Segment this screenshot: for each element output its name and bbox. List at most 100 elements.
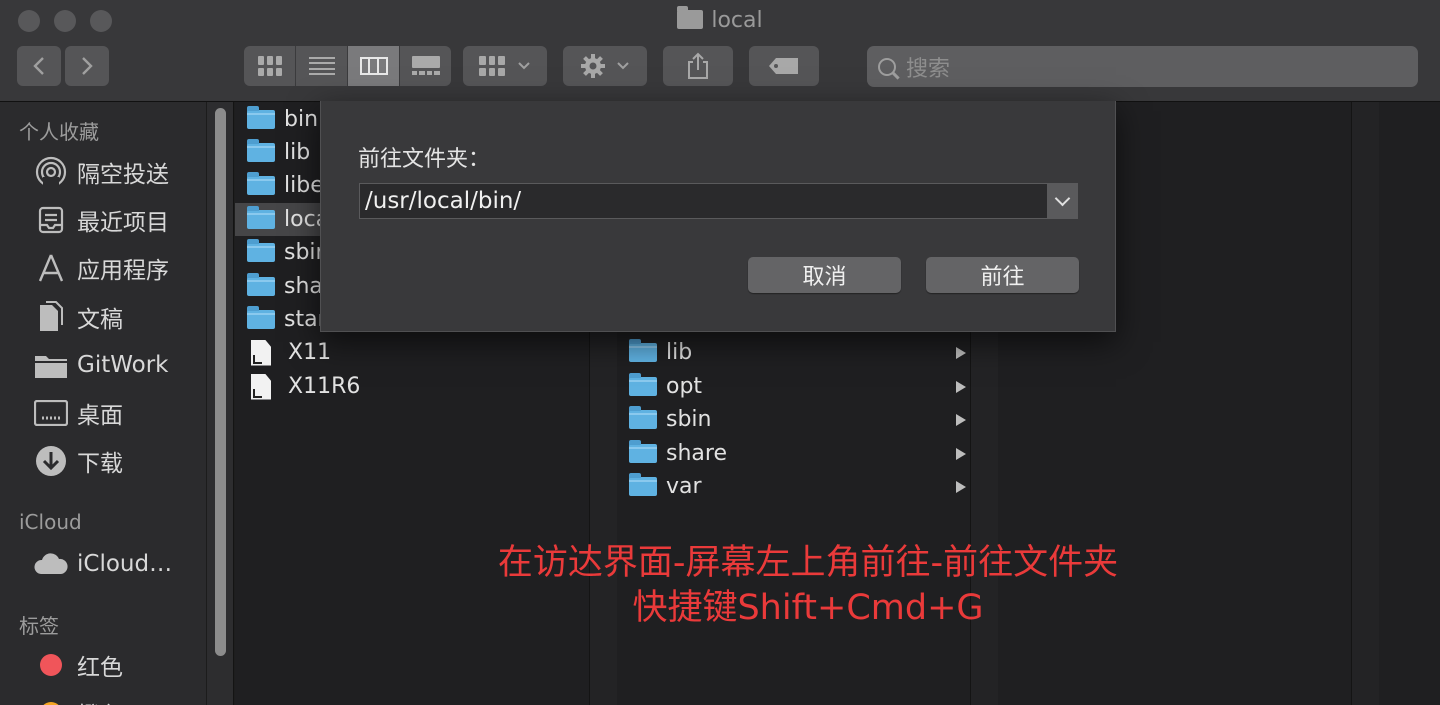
recents-icon: [33, 204, 69, 236]
group-by-button[interactable]: [463, 46, 547, 86]
folder-icon: [247, 139, 275, 162]
title-bar: local 搜索: [0, 0, 1440, 102]
sidebar-item-label: 下载: [77, 451, 123, 477]
documents-icon: [33, 301, 69, 333]
list-item[interactable]: sbin: [629, 403, 970, 436]
cancel-button[interactable]: 取消: [748, 257, 901, 293]
folder-icon: [247, 273, 275, 296]
edit-tags-button[interactable]: [749, 46, 819, 86]
go-to-folder-label: 前往文件夹：: [358, 147, 491, 172]
sidebar-item-airdrop[interactable]: 隔空投送: [33, 152, 169, 192]
sidebar-item-downloads[interactable]: 下载: [33, 441, 123, 481]
alias-file-icon: [251, 339, 271, 366]
list-icon: [308, 57, 335, 75]
disclosure-arrow-icon: [956, 381, 966, 393]
sidebar-item-label: GitWork: [77, 352, 169, 378]
tags-header: 标签: [19, 614, 59, 638]
folder-icon: [247, 206, 275, 229]
alias-file-icon: [251, 373, 271, 400]
view-mode-control: [244, 46, 451, 86]
sidebar-item-desktop[interactable]: 桌面: [33, 393, 123, 433]
search-placeholder: 搜索: [906, 56, 951, 82]
favorites-header: 个人收藏: [19, 120, 99, 144]
cloud-icon: [33, 548, 69, 580]
icloud-header: iCloud: [19, 510, 82, 534]
sidebar-item-recents[interactable]: 最近项目: [33, 200, 169, 240]
folder-path-combobox[interactable]: /usr/local/bin/: [359, 183, 1078, 219]
search-icon: [878, 57, 896, 76]
folder-icon: [677, 6, 704, 29]
desktop-icon: [33, 397, 69, 429]
chevron-down-icon: [518, 62, 530, 70]
share-button[interactable]: [663, 46, 733, 86]
airdrop-icon: [33, 156, 69, 189]
go-to-folder-dialog: 前往文件夹： /usr/local/bin/ 取消 前往: [320, 101, 1116, 332]
browser-column-4: [1379, 102, 1440, 705]
column-divider[interactable]: [1351, 102, 1379, 705]
list-item[interactable]: var: [629, 470, 970, 503]
path-history-dropdown-button[interactable]: [1047, 184, 1077, 218]
list-item[interactable]: X11R6: [247, 370, 577, 403]
forward-button[interactable]: [65, 46, 109, 86]
sidebar-item-label: 应用程序: [77, 258, 169, 284]
list-item[interactable]: lib: [629, 336, 970, 369]
sidebar-item-label: iCloud…: [77, 551, 173, 577]
icon-view-button[interactable]: [244, 46, 296, 86]
chevron-down-icon: [617, 62, 629, 70]
folder-icon: [247, 239, 275, 262]
window-title: local: [0, 6, 1440, 33]
sidebar-item-label: 红色: [77, 655, 123, 681]
gallery-icon: [411, 56, 440, 76]
sidebar-item-documents[interactable]: 文稿: [33, 297, 123, 337]
tag-icon: [769, 58, 798, 74]
tag-dot-red-icon: [33, 649, 69, 681]
sidebar-item-tag-red[interactable]: 红色: [33, 645, 123, 685]
group-grid-icon: [479, 56, 505, 76]
sidebar-item-label: 最近项目: [77, 210, 169, 236]
tag-dot-orange-icon: [33, 697, 69, 705]
disclosure-arrow-icon: [956, 347, 966, 359]
disclosure-arrow-icon: [956, 414, 966, 426]
sidebar-scrollbar[interactable]: [206, 102, 234, 705]
sidebar-item-icloud-drive[interactable]: iCloud…: [33, 544, 172, 584]
sidebar-item-tag-orange[interactable]: 橙色: [33, 693, 123, 705]
folder-icon: [247, 106, 275, 129]
folder-icon: [629, 373, 657, 396]
back-button[interactable]: [17, 46, 61, 86]
finder-window: local 搜索 个人收藏 隔空投送 最近项目 应用程序 文稿 GitWork …: [0, 0, 1440, 705]
chevron-down-icon: [1054, 190, 1070, 207]
search-field[interactable]: 搜索: [867, 46, 1418, 87]
sidebar-item-label: 隔空投送: [77, 162, 169, 188]
folder-icon: [247, 172, 275, 195]
applications-icon: [33, 252, 69, 284]
folder-icon: [629, 406, 657, 429]
annotation-line-2: 快捷键Shift+Cmd+G: [632, 588, 984, 628]
chevron-left-icon: [33, 57, 44, 75]
column-view-button[interactable]: [348, 46, 400, 86]
list-view-button[interactable]: [296, 46, 348, 86]
disclosure-arrow-icon: [956, 481, 966, 493]
go-button[interactable]: 前往: [926, 257, 1079, 293]
folder-path-input[interactable]: /usr/local/bin/: [365, 188, 1047, 214]
folder-icon: [629, 339, 657, 362]
list-item[interactable]: opt: [629, 370, 970, 403]
sidebar-item-gitwork[interactable]: GitWork: [33, 345, 168, 385]
sidebar-item-label: 文稿: [77, 307, 123, 333]
sidebar-item-label: 桌面: [77, 403, 123, 429]
action-menu-button[interactable]: [563, 46, 647, 86]
annotation-line-1: 在访达界面-屏幕左上角前往-前往文件夹: [497, 543, 1119, 583]
sidebar-item-label: 橙色: [77, 696, 123, 705]
downloads-icon: [33, 445, 69, 477]
folder-icon: [629, 440, 657, 463]
list-item[interactable]: X11: [247, 336, 577, 369]
window-title-text: local: [711, 8, 763, 33]
icon-grid-icon: [257, 56, 282, 76]
sidebar-scrollbar-thumb[interactable]: [215, 108, 226, 656]
gallery-view-button[interactable]: [400, 46, 451, 86]
disclosure-arrow-icon: [956, 448, 966, 460]
share-icon: [688, 52, 708, 79]
gear-icon: [581, 54, 605, 78]
sidebar-item-applications[interactable]: 应用程序: [33, 248, 169, 288]
list-item[interactable]: share: [629, 437, 970, 470]
folder-icon: [629, 473, 657, 496]
